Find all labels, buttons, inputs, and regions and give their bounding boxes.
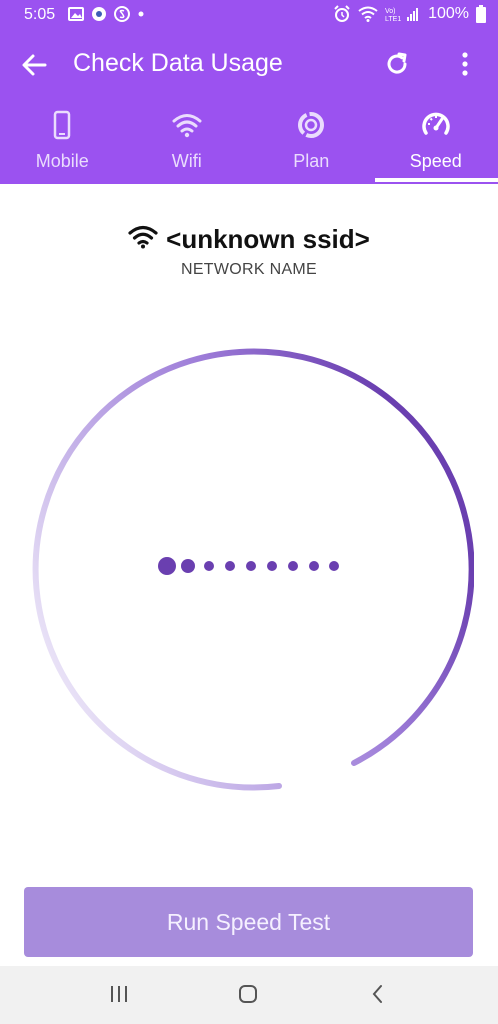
wifi-icon (172, 110, 202, 140)
loading-dots (158, 557, 339, 575)
browser-icon (91, 6, 107, 22)
tab-mobile-label: Mobile (35, 151, 89, 171)
skype-icon (114, 6, 130, 22)
app-title: Check Data Usage (73, 49, 283, 77)
recent-apps-icon (111, 986, 127, 1002)
network-name-label: NETWORK NAME (180, 261, 318, 278)
back-arrow-icon (22, 54, 47, 76)
wifi-icon (128, 225, 158, 254)
status-icons-right: Vo) LTE1 100% (333, 5, 486, 23)
loading-dot (158, 557, 176, 575)
loading-dot (267, 561, 277, 571)
refresh-icon (387, 52, 407, 74)
home-button[interactable] (237, 983, 259, 1010)
loading-dot (309, 561, 319, 571)
back-chevron-icon (372, 985, 382, 1003)
back-nav-button[interactable] (367, 983, 389, 1010)
status-time: 5:05 (24, 6, 56, 23)
tab-plan[interactable]: Plan (249, 100, 374, 184)
status-icons-left (68, 6, 145, 22)
loading-dot (288, 561, 298, 571)
status-bar: 5:05 Vo) LTE1 100% (0, 0, 498, 30)
recent-apps-button[interactable] (108, 983, 130, 1010)
run-speed-test-button[interactable]: Run Speed Test (24, 887, 473, 957)
battery-level: 100% (428, 5, 469, 22)
tab-plan-label: Plan (293, 151, 330, 171)
plan-icon (296, 110, 326, 140)
battery-icon (476, 5, 486, 23)
alarm-icon (333, 5, 351, 23)
speedometer-icon (421, 110, 451, 140)
tab-speed[interactable]: Speed (374, 100, 498, 184)
network-name-row: <unknown ssid> (0, 224, 498, 255)
active-tab-indicator (375, 178, 498, 182)
back-button[interactable] (20, 50, 50, 80)
tab-bar: Mobile Wifi Plan Speed (0, 100, 498, 184)
notification-dot-icon (137, 10, 145, 18)
smartphone-icon (47, 110, 77, 140)
lte-signal-icon: Vo) LTE1 (385, 5, 421, 23)
network-name: <unknown ssid> (166, 224, 370, 254)
tab-mobile[interactable]: Mobile (0, 100, 125, 184)
loading-dot (204, 561, 214, 571)
home-icon (239, 985, 257, 1003)
tab-wifi[interactable]: Wifi (125, 100, 250, 184)
refresh-button[interactable] (383, 50, 411, 78)
loading-dot (246, 561, 256, 571)
wifi-icon (358, 6, 378, 22)
app-bar: Check Data Usage (0, 30, 498, 100)
loading-dot (329, 561, 339, 571)
tab-wifi-label: Wifi (171, 151, 202, 171)
loading-dot (225, 561, 235, 571)
gallery-icon (68, 7, 84, 21)
svg-text:LTE1: LTE1 (385, 16, 401, 23)
loading-dot (181, 559, 195, 573)
svg-text:Vo): Vo) (385, 8, 396, 15)
speed-gauge (32, 348, 474, 791)
more-vert-icon (462, 52, 468, 76)
more-options-button[interactable] (456, 50, 474, 78)
tab-speed-label: Speed (409, 151, 462, 171)
system-nav-bar (0, 966, 498, 1024)
